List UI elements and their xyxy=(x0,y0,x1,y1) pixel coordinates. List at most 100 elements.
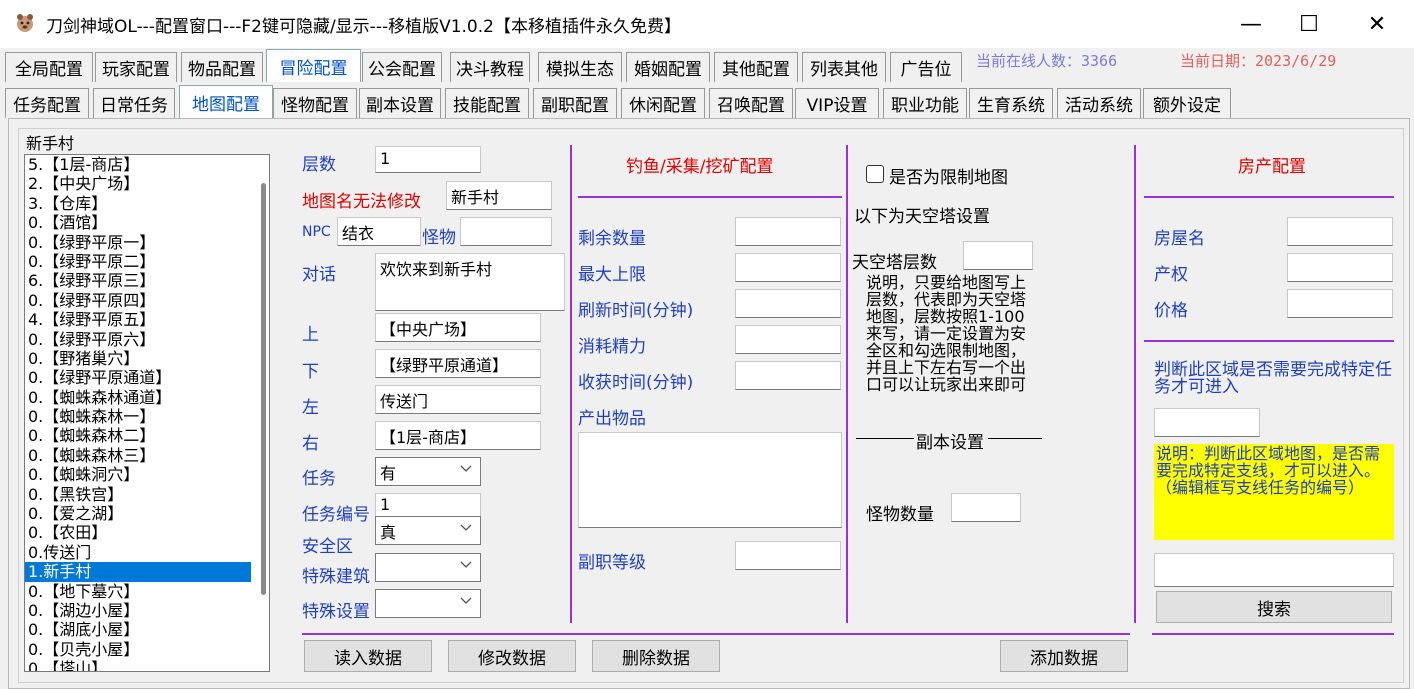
map-list-item[interactable]: 0.【黑铁宫】 xyxy=(25,485,269,504)
maximize-button[interactable]: ☐ xyxy=(1280,0,1338,48)
tab-main-8[interactable]: 其他配置 xyxy=(714,52,798,82)
close-button[interactable]: ✕ xyxy=(1348,0,1406,48)
special-building-select[interactable] xyxy=(375,553,481,582)
map-list-item[interactable]: 0.【贝壳小屋】 xyxy=(25,640,269,659)
task-select[interactable]: 有 xyxy=(375,457,481,486)
tab-main-1[interactable]: 玩家配置 xyxy=(95,52,177,82)
map-list-item[interactable]: 0.【酒馆】 xyxy=(25,213,269,232)
map-list-item[interactable]: 4.【绿野平原五】 xyxy=(25,310,269,329)
house-name-input[interactable] xyxy=(1287,217,1393,246)
add-data-button[interactable]: 添加数据 xyxy=(1000,640,1128,672)
right-input[interactable]: 【1层-商店】 xyxy=(375,421,541,450)
map-list-item[interactable]: 0.【蜘蛛森林三】 xyxy=(25,446,269,465)
search-input[interactable] xyxy=(1154,553,1394,587)
map-name-input[interactable]: 新手村 xyxy=(446,181,552,210)
map-list-item[interactable]: 0.【爱之湖】 xyxy=(25,504,269,523)
harvest-input[interactable] xyxy=(735,361,841,390)
monster-input[interactable] xyxy=(460,217,552,246)
dialog-textarea[interactable]: 欢饮来到新手村 xyxy=(375,253,565,311)
down-input[interactable]: 【绿野平原通道】 xyxy=(375,349,541,378)
layer-input[interactable]: 1 xyxy=(375,146,481,173)
output-textarea[interactable] xyxy=(578,432,842,528)
task-no-label: 任务编号 xyxy=(302,505,370,525)
refresh-label: 刷新时间(分钟) xyxy=(578,301,694,321)
tab-sub-1[interactable]: 日常任务 xyxy=(93,88,175,118)
quest-check-label: 判断此区域是否需要完成特定任务才可进入 xyxy=(1154,360,1392,397)
restrict-checkbox[interactable] xyxy=(866,165,884,183)
minimize-button[interactable]: — xyxy=(1222,0,1280,48)
list-scrollbar[interactable] xyxy=(261,183,266,595)
safe-zone-select[interactable]: 真 xyxy=(375,516,481,545)
house-price-input[interactable] xyxy=(1287,289,1393,318)
map-list-item[interactable]: 3.【仓库】 xyxy=(25,194,269,213)
tab-main-9[interactable]: 列表其他 xyxy=(802,52,886,82)
map-list-item[interactable]: 0.【湖边小屋】 xyxy=(25,601,269,620)
map-list-item[interactable]: 0.传送门 xyxy=(25,543,269,562)
npc-input[interactable]: 结衣 xyxy=(337,217,421,246)
map-list-item[interactable]: 0.【地下墓穴】 xyxy=(25,582,269,601)
left-input[interactable]: 传送门 xyxy=(375,385,541,414)
tower-layer-label: 天空塔层数 xyxy=(852,253,937,273)
map-list-item[interactable]: 0.【绿野平原六】 xyxy=(25,330,269,349)
tab-sub-4[interactable]: 副本设置 xyxy=(359,88,441,118)
modify-data-button[interactable]: 修改数据 xyxy=(448,640,576,672)
delete-data-button[interactable]: 删除数据 xyxy=(592,640,720,672)
map-list-item[interactable]: 0.【蜘蛛森林通道】 xyxy=(25,388,269,407)
map-list-item[interactable]: 0.【绿野平原通道】 xyxy=(25,368,269,387)
map-list-item[interactable]: 0.【湖底小屋】 xyxy=(25,620,269,639)
map-list-item[interactable]: 2.【中央广场】 xyxy=(25,174,269,193)
tab-sub-10[interactable]: 职业功能 xyxy=(883,88,967,118)
chevron-down-icon xyxy=(460,465,472,472)
task-no-input[interactable]: 1 xyxy=(375,493,481,517)
map-list-item[interactable]: 0.【塔山】 xyxy=(25,659,269,671)
tab-sub-13[interactable]: 额外设定 xyxy=(1143,88,1231,118)
quest-id-input[interactable] xyxy=(1154,408,1260,437)
tab-main-2[interactable]: 物品配置 xyxy=(181,52,263,82)
tab-main-0[interactable]: 全局配置 xyxy=(5,52,93,82)
tab-main-10[interactable]: 广告位 xyxy=(890,52,962,82)
map-list-item[interactable]: 0.【绿野平原一】 xyxy=(25,233,269,252)
max-input[interactable] xyxy=(735,253,841,282)
special-setting-select[interactable] xyxy=(375,589,481,618)
safe-zone-select-value: 真 xyxy=(380,523,397,542)
map-list[interactable]: 5.【1层-商店】 2.【中央广场】 3.【仓库】 0.【酒馆】 0.【绿野平原一】 0.… xyxy=(24,154,270,672)
tab-main-3[interactable]: 冒险配置 xyxy=(266,49,361,82)
energy-input[interactable] xyxy=(735,325,841,354)
tab-sub-12[interactable]: 活动系统 xyxy=(1057,88,1141,118)
map-list-item[interactable]: 5.【1层-商店】 xyxy=(25,155,269,174)
tab-sub-11[interactable]: 生育系统 xyxy=(969,88,1053,118)
tab-main-4[interactable]: 公会配置 xyxy=(362,52,442,82)
map-list-item[interactable]: 0.【蜘蛛森林二】 xyxy=(25,426,269,445)
tab-sub-5[interactable]: 技能配置 xyxy=(445,88,529,118)
window-title: 刀剑神域OL---配置窗口---F2键可隐藏/显示---移植版V1.0.2【本移… xyxy=(46,17,681,37)
map-list-item[interactable]: 0.【绿野平原四】 xyxy=(25,291,269,310)
tab-main-5[interactable]: 决斗教程 xyxy=(450,52,530,82)
remaining-input[interactable] xyxy=(735,217,841,246)
map-list-item[interactable]: 6.【绿野平原三】 xyxy=(25,271,269,290)
tab-sub-8[interactable]: 召唤配置 xyxy=(709,88,793,118)
map-list-item[interactable]: 0.【绿野平原二】 xyxy=(25,252,269,271)
map-list-item[interactable]: 0.【蜘蛛洞穴】 xyxy=(25,465,269,484)
tab-sub-3[interactable]: 怪物配置 xyxy=(273,88,357,118)
map-list-item[interactable]: 0.【野猪巢穴】 xyxy=(25,349,269,368)
tab-sub-2[interactable]: 地图配置 xyxy=(179,85,273,118)
sub-level-input[interactable] xyxy=(735,541,841,570)
read-data-button[interactable]: 读入数据 xyxy=(304,640,432,672)
up-input[interactable]: 【中央广场】 xyxy=(375,313,541,342)
tab-sub-0[interactable]: 任务配置 xyxy=(5,88,89,118)
tab-sub-6[interactable]: 副职配置 xyxy=(533,88,617,118)
refresh-input[interactable] xyxy=(735,289,841,318)
map-list-item[interactable]: 0.【蜘蛛森林一】 xyxy=(25,407,269,426)
map-list-item[interactable]: 1.新手村 xyxy=(25,562,251,582)
divider-1 xyxy=(570,145,572,623)
search-button[interactable]: 搜索 xyxy=(1156,591,1392,623)
map-list-item[interactable]: 0.【农田】 xyxy=(25,523,269,542)
tab-main-7[interactable]: 婚姻配置 xyxy=(626,52,710,82)
tab-sub-7[interactable]: 休闲配置 xyxy=(621,88,705,118)
tower-layer-input[interactable] xyxy=(963,241,1033,270)
tab-main-6[interactable]: 模拟生态 xyxy=(538,52,622,82)
house-owner-input[interactable] xyxy=(1287,253,1393,282)
tab-sub-9[interactable]: VIP设置 xyxy=(795,88,879,118)
house-name-label: 房屋名 xyxy=(1154,229,1205,249)
monster-count-input[interactable] xyxy=(951,493,1021,522)
